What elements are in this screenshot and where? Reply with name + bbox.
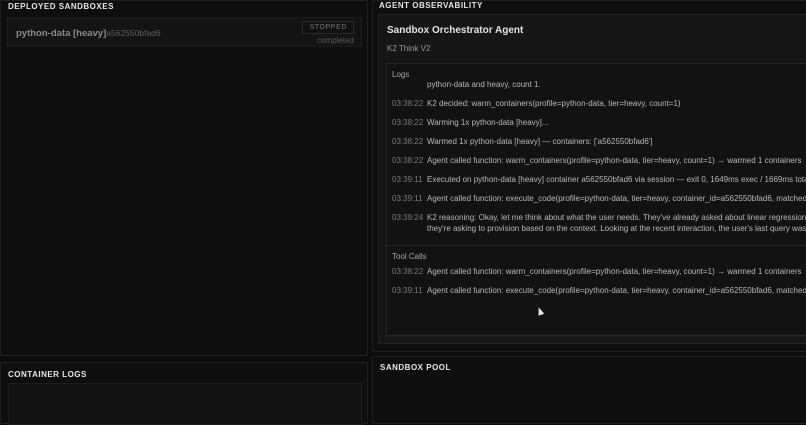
log-line: they're asking to provision based on the…	[427, 224, 806, 233]
tool-call-line: 03:39:11 Agent called function: execute_c…	[392, 286, 806, 295]
agent-model: K2 Think V2	[387, 44, 431, 53]
sandbox-id: a562550bfad6	[106, 28, 161, 38]
tool-calls-box[interactable]: Tool Calls 03:38:22 Agent called function…	[386, 245, 806, 336]
agent-card: Sandbox Orchestrator Agent K2 Think V2 L…	[378, 14, 806, 344]
sandbox-name-label: python-data [heavy]	[16, 28, 107, 39]
sandbox-name: python-data [heavy]a562550bfad6	[16, 28, 161, 39]
log-line: 03:39:11 Executed on python-data [heavy] …	[392, 175, 806, 184]
container-logs-area[interactable]	[8, 383, 362, 425]
tool-calls-label: Tool Calls	[392, 252, 427, 261]
log-line: 03:38:22 K2 decided: warm_containers(prof…	[392, 99, 681, 108]
container-logs-panel: CONTAINER LOGS	[0, 362, 368, 425]
log-line: 03:38:22 Warmed 1x python-data [heavy] — …	[392, 137, 653, 146]
log-line: 03:38:22 Agent called function: warm_cont…	[392, 156, 802, 165]
log-line: python-data and heavy, count 1.	[427, 80, 541, 89]
status-badge: STOPPED	[302, 21, 354, 34]
agent-observability-title: AGENT OBSERVABILITY	[379, 1, 483, 10]
agent-name: Sandbox Orchestrator Agent	[387, 25, 524, 36]
container-logs-title: CONTAINER LOGS	[8, 370, 87, 379]
tool-call-line: 03:38:22 Agent called function: warm_cont…	[392, 267, 802, 276]
sandbox-pool-title: SANDBOX POOL	[380, 363, 451, 372]
log-line: 03:39:11 Agent called function: execute_c…	[392, 194, 806, 203]
sandbox-status: completed	[317, 36, 354, 45]
sandbox-card[interactable]: python-data [heavy]a562550bfad6 STOPPED …	[7, 17, 362, 47]
sandbox-pool-panel: SANDBOX POOL	[372, 356, 806, 424]
deployed-sandboxes-panel: DEPLOYED SANDBOXES python-data [heavy]a5…	[0, 0, 368, 356]
deployed-sandboxes-title: DEPLOYED SANDBOXES	[8, 2, 114, 11]
log-line: 03:39:24 K2 reasoning: Okay, let me think…	[392, 213, 806, 222]
log-line: 03:38:22 Warming 1x python-data [heavy]..…	[392, 118, 549, 127]
logs-box[interactable]: Logs python-data and heavy, count 1. 03:…	[386, 63, 806, 249]
logs-label: Logs	[392, 70, 410, 79]
